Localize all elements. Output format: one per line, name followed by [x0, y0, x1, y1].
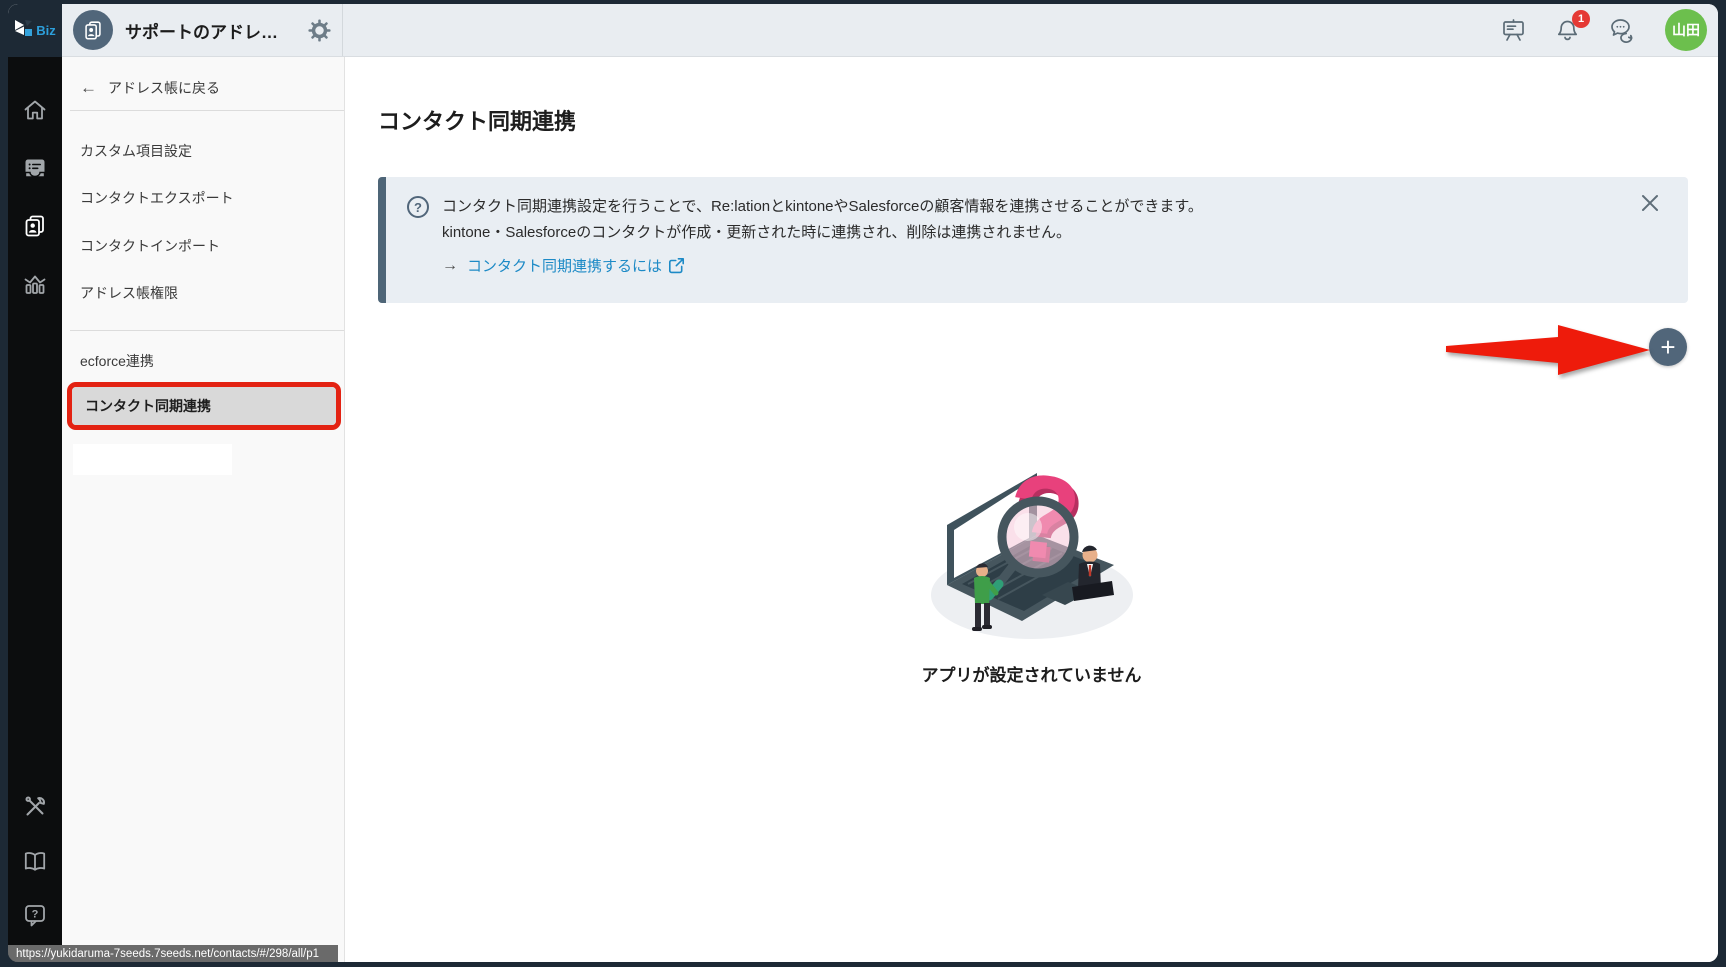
- sidebar-item-contact-export[interactable]: コンタクトエクスポート: [80, 186, 234, 210]
- book-icon[interactable]: [22, 848, 48, 874]
- svg-text:?: ?: [32, 909, 39, 921]
- close-icon[interactable]: [1640, 193, 1660, 213]
- info-line-2: kintone・Salesforceのコンタクトが作成・更新された時に連携され、…: [442, 220, 1628, 246]
- info-line-1: コンタクト同期連携設定を行うことで、Re:lationとkintoneやSale…: [442, 194, 1203, 220]
- back-to-address-book-link[interactable]: ← アドレス帳に戻る: [80, 78, 220, 98]
- inbox-icon[interactable]: [22, 155, 48, 181]
- add-app-button[interactable]: +: [1649, 328, 1687, 366]
- sidebar-divider: [70, 110, 344, 111]
- sidebar-divider: [70, 330, 344, 331]
- notification-badge: 1: [1572, 10, 1590, 28]
- sidebar-item-ecforce[interactable]: ecforce連携: [80, 349, 154, 373]
- notifications-bell-icon[interactable]: 1: [1554, 17, 1581, 44]
- info-banner: ? コンタクト同期連携設定を行うことで、Re:lationとkintoneやSa…: [378, 177, 1688, 303]
- app-logo[interactable]: Biz: [8, 4, 62, 57]
- chart-icon[interactable]: [22, 271, 48, 297]
- app-window: Biz サポートのアドレ…: [8, 4, 1718, 962]
- red-annotation-box: コンタクト同期連携: [67, 382, 341, 430]
- settings-gear-icon[interactable]: [307, 18, 332, 43]
- address-book-icon: [73, 10, 113, 50]
- back-arrow-icon: ←: [80, 78, 97, 98]
- back-label: アドレス帳に戻る: [108, 78, 220, 98]
- workspace-title: サポートのアドレ…: [125, 18, 295, 43]
- workspace-header: サポートのアドレ…: [62, 4, 343, 56]
- home-icon[interactable]: [22, 97, 48, 123]
- topbar: Biz サポートのアドレ…: [8, 4, 1718, 57]
- help-icon[interactable]: ?: [22, 902, 48, 928]
- external-link-icon: [668, 257, 685, 274]
- contacts-icon[interactable]: [22, 213, 48, 239]
- announcement-board-icon[interactable]: [1500, 17, 1527, 44]
- tools-icon[interactable]: [22, 794, 48, 820]
- link-arrow-icon: →: [442, 257, 458, 275]
- sidebar-item-custom-fields[interactable]: カスタム項目設定: [80, 139, 192, 163]
- info-accent-bar: [378, 177, 386, 303]
- empty-state-illustration: ? ?: [916, 435, 1148, 645]
- settings-sidebar: ← アドレス帳に戻る カスタム項目設定 コンタクトエクスポート コンタクトインポ…: [62, 57, 345, 962]
- user-avatar[interactable]: 山田: [1665, 9, 1707, 51]
- empty-state-message: アプリが設定されていません: [922, 661, 1142, 686]
- page-title: コンタクト同期連携: [378, 104, 576, 136]
- link-preview-statusbar: https://yukidaruma-7seeds.7seeds.net/con…: [8, 945, 338, 962]
- main-content: コンタクト同期連携 ? コンタクト同期連携設定を行うことで、Re:lationと…: [345, 57, 1718, 962]
- sidebar-item-contact-sync-selected[interactable]: コンタクト同期連携: [72, 387, 336, 425]
- empty-state: ? ?: [345, 435, 1718, 686]
- sidebar-item-contact-import[interactable]: コンタクトインポート: [80, 234, 220, 258]
- biz-logo-icon: [14, 20, 33, 40]
- redacted-sidebar-item: [73, 444, 232, 475]
- contact-sync-help-link[interactable]: コンタクト同期連携するには: [467, 255, 685, 276]
- icon-rail: ?: [8, 57, 62, 962]
- question-circle-icon: ?: [407, 196, 429, 218]
- red-arrow-annotation: [1438, 320, 1658, 380]
- chat-bubbles-icon[interactable]: [1608, 16, 1638, 44]
- topbar-actions: 1 山田: [1500, 9, 1718, 51]
- sidebar-item-permissions[interactable]: アドレス帳権限: [80, 281, 178, 305]
- logo-label: Biz: [36, 23, 56, 38]
